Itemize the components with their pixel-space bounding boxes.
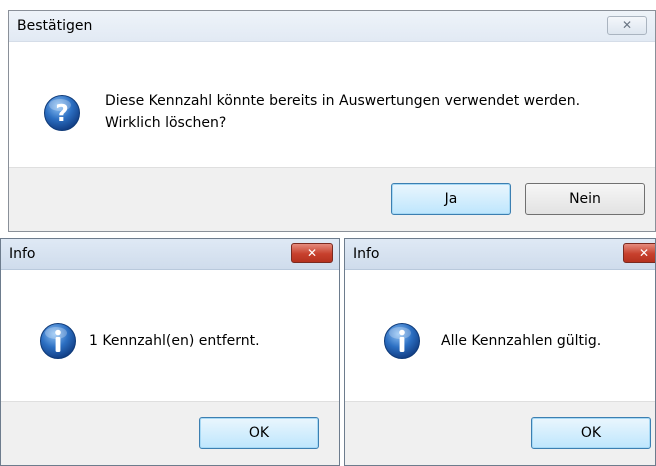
info-dialog-removed: Info ✕ 1 Kennzahl(en) entfernt. OK	[0, 238, 340, 466]
info-valid-title: Info	[353, 246, 380, 262]
confirm-titlebar[interactable]: Bestätigen ✕	[9, 11, 655, 42]
screenshot-canvas: Bestätigen ✕ ? Diese Kennzahl könnte ber…	[0, 0, 656, 466]
confirm-title: Bestätigen	[17, 18, 93, 34]
info-removed-button-bar: OK	[1, 401, 339, 465]
info-valid-message: Alle Kennzahlen gültig.	[441, 333, 602, 349]
yes-button[interactable]: Ja	[391, 183, 511, 215]
info-valid-titlebar[interactable]: Info ✕	[345, 239, 655, 270]
close-icon: ✕	[306, 246, 318, 260]
info-valid-close-button[interactable]: ✕	[623, 243, 655, 263]
confirm-button-bar: Ja Nein	[9, 167, 655, 231]
question-icon: ?	[44, 95, 80, 131]
info-valid-button-bar: OK	[345, 401, 655, 465]
info-removed-title: Info	[9, 246, 36, 262]
svg-text:?: ?	[55, 101, 68, 127]
confirm-message-line2: Wirklich löschen?	[105, 115, 227, 131]
confirm-client: ? Diese Kennzahl könnte bereits in Auswe…	[9, 42, 655, 231]
info-removed-client: 1 Kennzahl(en) entfernt. OK	[1, 270, 339, 465]
info-removed-titlebar[interactable]: Info ✕	[1, 239, 339, 270]
confirm-dialog: Bestätigen ✕ ? Diese Kennzahl könnte ber…	[8, 10, 656, 232]
info-removed-message: 1 Kennzahl(en) entfernt.	[89, 333, 260, 349]
confirm-message-line1: Diese Kennzahl könnte bereits in Auswert…	[105, 93, 581, 109]
info-removed-close-button[interactable]: ✕	[291, 243, 333, 263]
info-valid-client: Alle Kennzahlen gültig. OK	[345, 270, 655, 465]
close-icon: ✕	[621, 18, 633, 32]
info-icon	[384, 323, 420, 359]
ok-button[interactable]: OK	[531, 417, 651, 449]
confirm-message: Diese Kennzahl könnte bereits in Auswert…	[105, 90, 580, 134]
confirm-close-button[interactable]: ✕	[607, 16, 647, 35]
info-icon	[40, 323, 76, 359]
close-icon: ✕	[638, 246, 650, 260]
no-button[interactable]: Nein	[525, 183, 645, 215]
ok-button[interactable]: OK	[199, 417, 319, 449]
info-dialog-valid: Info ✕ Alle Kennzahlen gültig. OK	[344, 238, 656, 466]
